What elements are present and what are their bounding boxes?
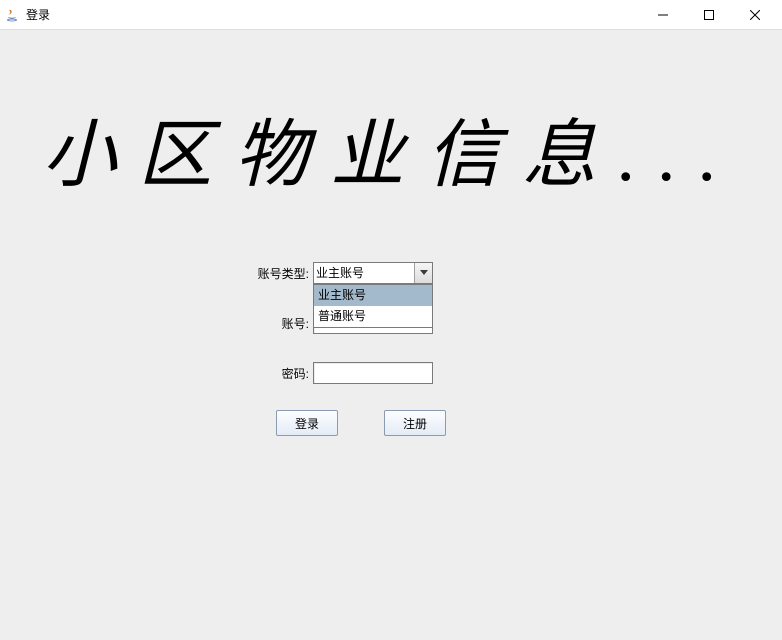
dropdown-option[interactable]: 普通账号 [314,306,432,327]
close-button[interactable] [732,0,778,30]
account-type-dropdown: 业主账号 普通账号 [313,284,433,328]
page-title: 小区物业信息... [0,95,782,202]
content-area: 小区物业信息... 账号类型: 业主账号 业主账号 普通账号 账号: 密码: 登… [0,30,782,640]
window-controls [640,0,778,30]
account-type-combo[interactable]: 业主账号 业主账号 普通账号 [313,262,433,284]
account-label: 账号: [253,315,313,332]
password-input[interactable] [313,362,433,384]
register-button[interactable]: 注册 [384,410,446,436]
account-type-selected: 业主账号 [314,263,414,283]
window-title: 登录 [26,6,640,23]
maximize-button[interactable] [686,0,732,30]
window-titlebar: 登录 [0,0,782,30]
java-app-icon [4,7,20,23]
row-account-type: 账号类型: 业主账号 业主账号 普通账号 [253,262,433,284]
dropdown-option[interactable]: 业主账号 [314,285,432,306]
button-row: 登录 注册 [276,410,446,436]
minimize-button[interactable] [640,0,686,30]
chevron-down-icon[interactable] [414,263,432,283]
account-type-label: 账号类型: [253,265,313,282]
row-password: 密码: [253,362,433,384]
login-button[interactable]: 登录 [276,410,338,436]
password-label: 密码: [253,365,313,382]
